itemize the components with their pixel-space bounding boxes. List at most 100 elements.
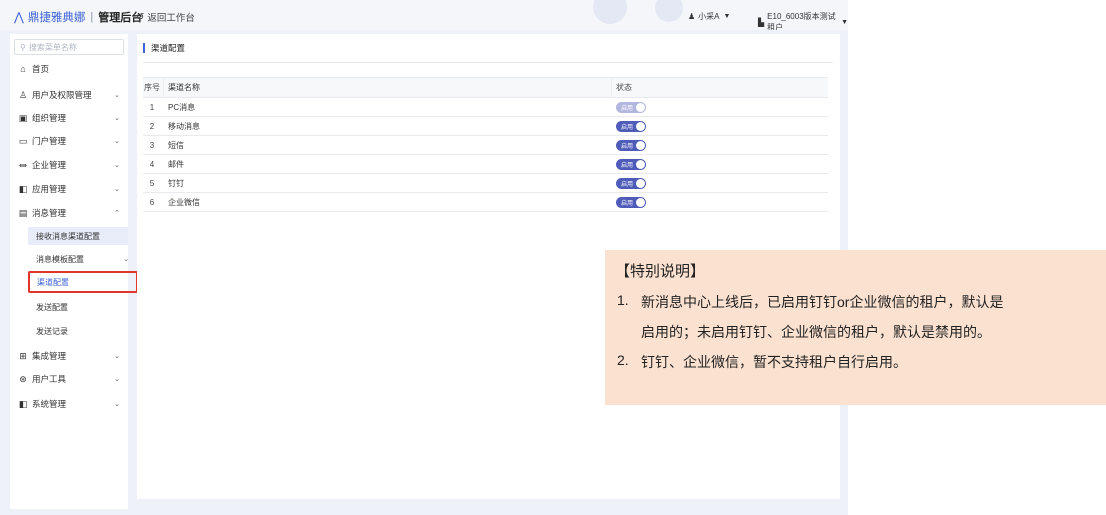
users-icon: ♙: [18, 89, 28, 100]
sidebar-subitem-label: 发送配置: [36, 302, 68, 312]
user-icon: ♟: [688, 12, 696, 21]
sidebar-subitem-label: 渠道配置: [37, 278, 69, 287]
chevron-up-icon: ⌃: [114, 210, 120, 217]
row-no: 6: [149, 197, 155, 207]
note-item-text: 新消息中心上线后，已启用钉钉or企业微信的租户，默认是: [641, 294, 1004, 310]
sidebar: ⚲ 搜索菜单名称 ⌂ 首页 ♙ 用户及权限管理 ⌄ ▣ 组织管理 ⌄ ▭ 门户管…: [10, 34, 138, 509]
tool-icon: ⊛: [19, 373, 27, 384]
sidebar-item-apps[interactable]: ◧ 应用管理 ⌄: [10, 180, 128, 198]
table-row: 5 钉钉 启用: [143, 174, 828, 193]
sidebar-item-messages[interactable]: ▤ 消息管理 ⌃: [10, 204, 128, 222]
search-placeholder: 搜索菜单名称: [28, 42, 77, 52]
table-row: 6 企业微信 启用: [143, 193, 828, 212]
note-title: 【特别说明】: [615, 263, 706, 280]
toggle-label: 启用: [621, 162, 634, 169]
table-row: 3 短信 启用: [143, 136, 828, 155]
sidebar-item-label: 企业管理: [32, 160, 67, 170]
sidebar-item-org[interactable]: ▣ 组织管理 ⌄: [10, 109, 128, 127]
brand-name: 鼎捷雅典娜: [27, 12, 86, 24]
status-toggle[interactable]: 启用: [616, 120, 646, 132]
row-name: 企业微信: [168, 197, 200, 207]
row-name: 短信: [168, 140, 184, 150]
column-header-name: 渠道名称: [168, 83, 200, 92]
sidebar-item-label: 用户工具: [32, 374, 67, 384]
sidebar-subitem-label: 接收消息渠道配置: [36, 231, 100, 241]
column-divider: [163, 78, 164, 97]
top-header: ⋀ 鼎捷雅典娜 | 管理后台 ↺ 返回工作台 ♟ 小采A ▼ ▙ E10_600…: [0, 0, 848, 30]
sidebar-item-users[interactable]: ♙ 用户及权限管理 ⌄: [10, 86, 128, 104]
note-item-text: 钉钉、企业微信，暂不支持租户自行启用。: [641, 354, 907, 370]
back-label: 返回工作台: [147, 13, 195, 24]
sidebar-item-system[interactable]: ◧ 系统管理 ⌄: [10, 395, 128, 413]
row-no: 4: [149, 159, 155, 169]
sidebar-item-label: 门户管理: [32, 136, 67, 146]
status-toggle[interactable]: 启用: [616, 139, 646, 151]
channel-table: 序号 渠道名称 状态 1 PC消息 启用 2 移动消息 启用 3 短信 启用 4…: [143, 77, 828, 212]
note-item-number: 2.: [617, 352, 629, 368]
tenant-icon: ▙: [758, 17, 765, 27]
toggle-knob: [636, 159, 645, 169]
sidebar-subitem-send-config[interactable]: 发送配置: [36, 298, 68, 316]
row-no: 2: [149, 121, 155, 131]
toggle-label: 启用: [621, 124, 634, 131]
chevron-down-icon: ⌄: [114, 186, 120, 193]
title-divider: [143, 62, 833, 63]
message-icon: ▤: [18, 207, 28, 218]
row-no: 5: [149, 178, 155, 188]
sidebar-item-integration[interactable]: ⊞ 集成管理 ⌄: [10, 347, 128, 365]
logo: ⋀ 鼎捷雅典娜 | 管理后台: [14, 9, 142, 25]
sidebar-subitem-channel-config[interactable]: 渠道配置: [28, 271, 138, 293]
search-icon: ⚲: [20, 42, 26, 52]
tenant-menu[interactable]: ▙ E10_6003版本测试租户 ▼: [758, 11, 848, 30]
caret-down-icon: ▼: [723, 13, 731, 20]
back-to-workbench-link[interactable]: ↺ 返回工作台: [136, 10, 195, 25]
user-menu[interactable]: ♟ 小采A ▼: [688, 11, 730, 22]
sidebar-item-label: 集成管理: [32, 351, 67, 361]
sidebar-item-home[interactable]: ⌂ 首页: [10, 60, 128, 78]
sidebar-item-label: 系统管理: [32, 399, 67, 409]
toggle-label: 启用: [621, 181, 634, 188]
toggle-label: 启用: [621, 143, 634, 150]
chevron-down-icon: ⌄: [123, 256, 129, 263]
note-item-number: 1.: [617, 292, 629, 308]
column-divider: [611, 78, 612, 97]
tenant-name: E10_6003版本测试租户: [767, 12, 836, 30]
logo-icon: ⋀: [14, 10, 24, 24]
sidebar-item-portal[interactable]: ▭ 门户管理 ⌄: [10, 132, 128, 150]
note-item-text: 启用的；未启用钉钉、企业微信的租户，默认是禁用的。: [641, 324, 991, 340]
row-no: 3: [149, 140, 155, 150]
toggle-label: 启用: [621, 105, 634, 112]
sidebar-subitem-template[interactable]: 消息模板配置 ⌄: [36, 250, 129, 268]
toggle-knob: [636, 178, 645, 188]
sidebar-subitem-send-records[interactable]: 发送记录: [36, 322, 68, 340]
chevron-down-icon: ⌄: [114, 353, 120, 360]
toggle-label: 启用: [621, 200, 634, 207]
chevron-down-icon: ⌄: [114, 138, 120, 145]
app-icon: ◧: [18, 183, 28, 194]
sidebar-subitem-receive-channel[interactable]: 接收消息渠道配置: [28, 227, 128, 245]
sidebar-item-enterprise[interactable]: ⏛ 企业管理 ⌄: [10, 156, 128, 174]
status-toggle[interactable]: 启用: [616, 177, 646, 189]
sidebar-subitem-label: 消息模板配置: [36, 254, 84, 264]
header-decoration: [655, 0, 683, 22]
toggle-knob: [636, 197, 645, 207]
column-header-no: 序号: [144, 83, 160, 92]
sidebar-item-label: 用户及权限管理: [32, 90, 92, 100]
return-icon: ↺: [136, 11, 145, 23]
menu-search-input[interactable]: ⚲ 搜索菜单名称: [14, 39, 124, 55]
user-name: 小采A: [698, 12, 720, 21]
sidebar-item-label: 组织管理: [32, 113, 67, 123]
status-toggle[interactable]: 启用: [616, 158, 646, 170]
sidebar-item-label: 消息管理: [32, 208, 67, 218]
header-decoration: [593, 0, 627, 24]
status-toggle[interactable]: 启用: [616, 196, 646, 208]
column-header-status: 状态: [616, 83, 632, 92]
status-toggle[interactable]: 启用: [616, 101, 646, 113]
page-title: 渠道配置: [143, 43, 185, 53]
table-row: 4 邮件 启用: [143, 155, 828, 174]
grid-icon: ⊞: [19, 350, 27, 361]
sidebar-item-user-tools[interactable]: ⊛ 用户工具 ⌄: [10, 370, 128, 388]
table-row: 1 PC消息 启用: [143, 98, 828, 117]
chevron-down-icon: ⌄: [114, 162, 120, 169]
row-name: 移动消息: [168, 121, 200, 131]
